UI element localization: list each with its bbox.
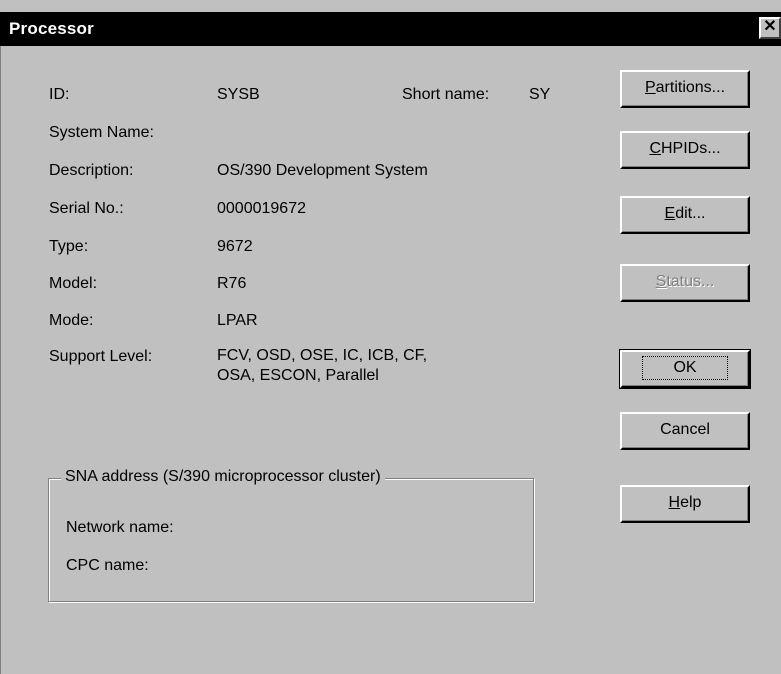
cpc-name-label: CPC name: [66,557,149,574]
short-name-value: SY [529,86,551,103]
close-icon: ✕ [763,18,777,35]
edit-label: dit... [675,205,706,222]
description-value: OS/390 Development System [217,162,428,179]
system-name-label: System Name: [49,124,154,141]
ok-label: OK [642,356,728,380]
type-value: 9672 [217,238,253,255]
short-name-label: Short name: [402,86,490,103]
status-mnemonic: S [655,273,667,290]
support-level-label: Support Level: [49,348,153,365]
partitions-button[interactable]: Partitions... [620,70,750,108]
mode-value: LPAR [217,312,258,329]
id-label: ID: [49,86,70,103]
sna-address-group: SNA address (S/390 microprocessor cluste… [48,468,534,602]
chpids-label: HPIDs... [661,140,721,157]
close-button[interactable]: ✕ [759,17,781,39]
type-label: Type: [49,238,89,255]
sna-group-legend: SNA address (S/390 microprocessor cluste… [61,468,385,486]
ok-button[interactable]: OK [619,349,751,389]
model-label: Model: [49,275,98,292]
edit-button[interactable]: Edit... [620,196,750,234]
chpids-button[interactable]: CHPIDs... [620,131,750,169]
mode-label: Mode: [49,312,94,329]
processor-dialog: Processor ✕ ID: SYSB Short name: SY Syst… [0,0,781,674]
status-button[interactable]: Status... [620,264,750,302]
cancel-label: Cancel [660,421,710,438]
description-label: Description: [49,162,134,179]
partitions-mnemonic: P [644,79,656,96]
id-value: SYSB [217,86,260,103]
support-level-value: FCV, OSD, OSE, IC, ICB, CF, OSA, ESCON, … [217,347,428,384]
help-label: elp [680,494,702,511]
help-button[interactable]: Help [620,485,750,523]
model-value: R76 [217,275,247,292]
serial-value: 0000019672 [217,200,306,217]
title-bar[interactable]: Processor ✕ [0,12,781,46]
serial-label: Serial No.: [49,200,124,217]
window-left-edge [0,46,11,674]
help-mnemonic: H [668,494,681,511]
chpids-mnemonic: C [649,140,661,157]
network-name-label: Network name: [66,519,174,536]
partitions-label: artitions... [655,79,726,96]
status-label: tatus... [666,273,715,290]
window-title: Processor [9,19,94,38]
cancel-button[interactable]: Cancel [620,412,750,450]
edit-mnemonic: E [664,205,676,222]
